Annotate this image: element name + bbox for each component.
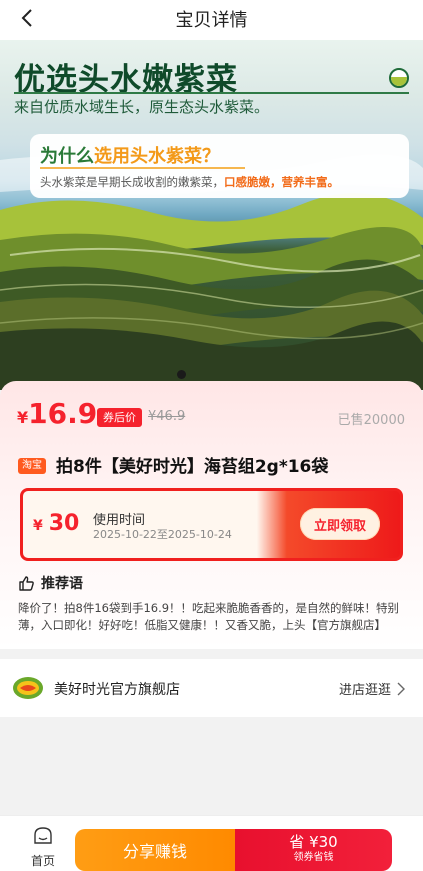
why-description: 头水紫菜是早期长成收割的嫩紫菜，口感脆嫩，营养丰富。 [40, 175, 339, 189]
chevron-right-icon [397, 682, 405, 695]
coupon-price-tag: 券后价 [97, 408, 142, 427]
hero-divider [14, 92, 409, 94]
bottom-action-bar: 首页 分享赚钱 省 ¥30 领券省钱 [0, 815, 423, 871]
claim-coupon-button[interactable]: 立即领取 [300, 508, 380, 540]
home-label: 首页 [30, 854, 55, 868]
share-earn-button[interactable]: 分享赚钱 [75, 829, 235, 871]
product-info-card: ¥16.9 券后价 ¥46.9 已售20000 淘宝 拍8件【美好时光】海苔组2… [0, 381, 423, 649]
enter-shop-link[interactable]: 进店逛逛 [339, 679, 407, 698]
platform-badge: 淘宝 [18, 458, 46, 474]
hero-subtitle: 来自优质水域生长，原生态头水紫菜。 [14, 98, 270, 116]
why-question: 为什么选用头水紫菜？ [40, 146, 220, 167]
home-icon [34, 827, 52, 844]
shop-row[interactable]: 美好时光官方旗舰店 进店逛逛 [0, 659, 423, 717]
coupon-dates: 2025-10-22至2025-10-24 [93, 528, 232, 541]
brand-badge-icon [389, 68, 409, 88]
why-card: 为什么选用头水紫菜？ 头水紫菜是早期长成收割的嫩紫菜，口感脆嫩，营养丰富。 [30, 134, 409, 198]
coupon-card[interactable]: ¥30 使用时间 2025-10-22至2025-10-24 立即领取 [20, 488, 403, 561]
recommend-text: 降价了！拍8件16袋到手16.9！！吃起来脆脆香香的，是自然的鲜味！特别薄，入口… [18, 601, 400, 632]
thumbs-up-icon [19, 575, 34, 591]
claim-save-button[interactable]: 省 ¥30 领券省钱 [235, 829, 392, 871]
recommend-heading: 推荐语 [18, 573, 83, 593]
why-underline [40, 167, 245, 169]
original-price: ¥46.9 [148, 409, 186, 424]
carousel-indicator [177, 370, 186, 379]
home-tab[interactable]: 首页 [20, 826, 66, 870]
shop-logo [13, 677, 43, 699]
page-title: 宝贝详情 [175, 10, 248, 31]
top-nav-bar: 宝贝详情 [0, 0, 423, 40]
coupon-amount: ¥30 [33, 511, 80, 536]
sold-count: 已售20000 [337, 413, 405, 428]
price: ¥16.9 [17, 397, 98, 430]
product-hero-image[interactable]: 优选头水嫩紫菜 来自优质水域生长，原生态头水紫菜。 为什么选用头水紫菜？ 头水紫… [0, 40, 423, 390]
product-title: 拍8件【美好时光】海苔组2g*16袋 [56, 457, 329, 477]
shop-name: 美好时光官方旗舰店 [54, 682, 180, 698]
